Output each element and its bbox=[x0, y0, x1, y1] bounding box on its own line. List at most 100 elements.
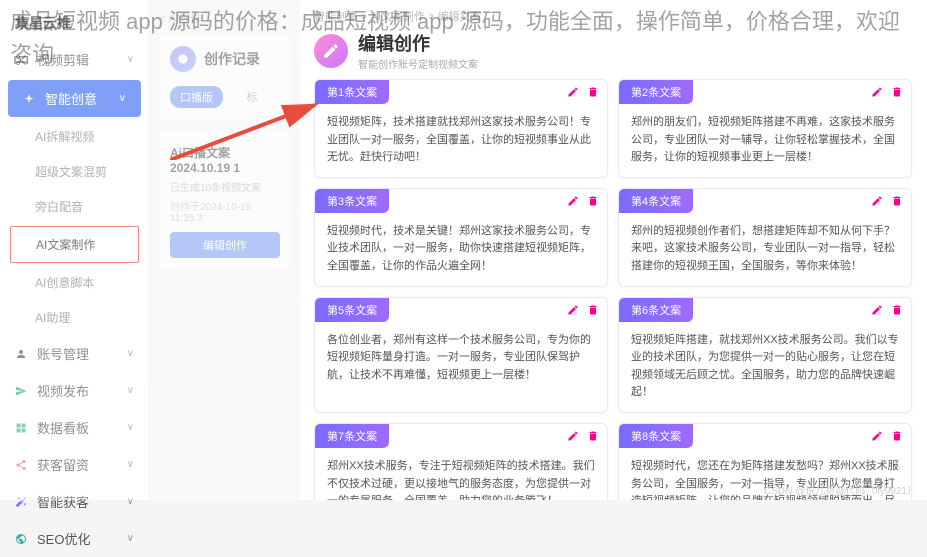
edit-icon bbox=[314, 34, 348, 68]
content-card-7: 第7条文案郑州XX技术服务，专注于短视频矩阵的技术搭建。我们不仅技术过硬，更以接… bbox=[314, 423, 608, 500]
delete-icon[interactable] bbox=[587, 304, 599, 316]
edit-icon[interactable] bbox=[871, 195, 883, 207]
sidebar-item-8[interactable]: 账号管理 ∨ bbox=[0, 335, 149, 372]
card-tab: 第6条文案 bbox=[619, 298, 693, 322]
sidebar-item-4[interactable]: 旁白配音 bbox=[0, 189, 149, 224]
delete-icon[interactable] bbox=[891, 304, 903, 316]
card-tab: 第4条文案 bbox=[619, 189, 693, 213]
sidebar-label: AI拆解视频 bbox=[35, 128, 94, 145]
card-body: 各位创业者，郑州有这样一个技术服务公司，专为你的短视频矩阵量身打造。一对一服务，… bbox=[315, 322, 607, 395]
chevron-icon: ∨ bbox=[119, 93, 126, 104]
delete-icon[interactable] bbox=[587, 195, 599, 207]
edit-icon[interactable] bbox=[567, 195, 579, 207]
chevron-icon: ∨ bbox=[127, 385, 134, 396]
sidebar-label: SEO优化 bbox=[37, 529, 90, 548]
card-grid: 第1条文案短视频矩阵，技术搭建就找郑州这家技术服务公司！专业团队一对一服务，全国… bbox=[314, 79, 913, 500]
doc-date: 创作于2024-10-19 11:35:3 bbox=[170, 198, 280, 224]
sidebar-item-2[interactable]: AI拆解视频 bbox=[0, 119, 149, 154]
magic-icon bbox=[15, 496, 29, 508]
edit-creation-button[interactable]: 编辑创作 bbox=[170, 232, 280, 258]
send-icon bbox=[15, 385, 29, 397]
record-icon bbox=[170, 46, 196, 72]
card-tab: 第5条文案 bbox=[315, 298, 389, 322]
document-card[interactable]: Ai口播文案2024.10.19 1 已生成10条视频文案 创作于2024-10… bbox=[160, 132, 290, 270]
card-body: 短视频时代，技术是关键！郑州这家技术服务公司，专业技术团队，一对一服务，助你快速… bbox=[315, 213, 607, 286]
delete-icon[interactable] bbox=[587, 86, 599, 98]
seo-icon bbox=[15, 533, 29, 545]
content-card-2: 第2条文案郑州的朋友们，短视频矩阵搭建不再难，这家技术服务公司，专业团队一对一辅… bbox=[618, 79, 912, 178]
card-body: 短视频矩阵，技术搭建就找郑州这家技术服务公司！专业团队一对一服务，全国覆盖，让你… bbox=[315, 104, 607, 177]
center-panel: < AI创作 创作记录 口播版 标 Ai口播文案2024.10.19 1 已生成… bbox=[150, 0, 300, 500]
edit-icon[interactable] bbox=[567, 304, 579, 316]
edit-icon[interactable] bbox=[567, 86, 579, 98]
tag-kobo[interactable]: 口播版 bbox=[170, 86, 223, 108]
content-card-1: 第1条文案短视频矩阵，技术搭建就找郑州这家技术服务公司！专业团队一对一服务，全国… bbox=[314, 79, 608, 178]
sidebar-item-7[interactable]: AI助理 bbox=[0, 300, 149, 335]
watermark: CSDN @悦儿哥敲代码（lly9921） bbox=[764, 482, 917, 497]
content-card-3: 第3条文案短视频时代，技术是关键！郑州这家技术服务公司，专业技术团队，一对一服务… bbox=[314, 188, 608, 287]
sidebar-label: 获客留资 bbox=[37, 455, 89, 474]
sidebar-item-5[interactable]: AI文案制作 bbox=[10, 226, 139, 263]
sidebar-item-1[interactable]: 智能创意∨ bbox=[8, 80, 141, 117]
edit-icon[interactable] bbox=[871, 86, 883, 98]
sidebar-item-9[interactable]: 视频发布 ∨ bbox=[0, 372, 149, 409]
page-subtitle: 智能创作账号定制视频文案 bbox=[358, 56, 478, 71]
sidebar-label: AI文案制作 bbox=[36, 236, 95, 253]
content-card-4: 第4条文案郑州的短视频创作者们，想搭建矩阵却不知从何下手？来吧，这家技术服务公司… bbox=[618, 188, 912, 287]
delete-icon[interactable] bbox=[891, 195, 903, 207]
content-card-5: 第5条文案各位创业者，郑州有这样一个技术服务公司，专为你的短视频矩阵量身打造。一… bbox=[314, 297, 608, 413]
edit-icon[interactable] bbox=[871, 430, 883, 442]
sidebar-item-13[interactable]: SEO优化 ∨ bbox=[0, 520, 149, 557]
tag-other[interactable]: 标 bbox=[246, 92, 257, 104]
sidebar-label: 数据看板 bbox=[37, 418, 89, 437]
sidebar-label: 超级文案混剪 bbox=[35, 163, 107, 180]
card-body: 郑州XX技术服务，专注于短视频矩阵的技术搭建。我们不仅技术过硬，更以接地气的服务… bbox=[315, 448, 607, 500]
delete-icon[interactable] bbox=[587, 430, 599, 442]
content-card-6: 第6条文案短视频矩阵搭建，就找郑州XX技术服务公司。我们以专业的技术团队，为您提… bbox=[618, 297, 912, 413]
sidebar-label: 智能获客 bbox=[37, 492, 89, 511]
user-icon bbox=[15, 348, 29, 360]
sidebar-label: 旁白配音 bbox=[35, 198, 83, 215]
chevron-icon: ∨ bbox=[127, 422, 134, 433]
sidebar: 集星云推 视频剪辑∨智能创意∨AI拆解视频超级文案混剪旁白配音AI文案制作AI创… bbox=[0, 0, 150, 500]
card-tab: 第3条文案 bbox=[315, 189, 389, 213]
delete-icon[interactable] bbox=[891, 86, 903, 98]
sidebar-item-11[interactable]: 获客留资 ∨ bbox=[0, 446, 149, 483]
chevron-icon: ∨ bbox=[127, 54, 134, 65]
sidebar-label: 视频剪辑 bbox=[37, 50, 89, 69]
sidebar-item-6[interactable]: AI创意脚本 bbox=[0, 265, 149, 300]
main-panel: 智能创意 > AI文案制作 > 编辑文案 编辑创作 智能创作账号定制视频文案 第… bbox=[300, 0, 927, 500]
card-tab: 第8条文案 bbox=[619, 424, 693, 448]
sidebar-item-0[interactable]: 视频剪辑 ∨ bbox=[0, 41, 149, 78]
sidebar-label: 账号管理 bbox=[37, 344, 89, 363]
card-body: 郑州的朋友们，短视频矩阵搭建不再难，这家技术服务公司，专业团队一对一辅导，让你轻… bbox=[619, 104, 911, 177]
brand-logo: 集星云推 bbox=[0, 5, 149, 41]
share-icon bbox=[15, 459, 29, 471]
sidebar-item-12[interactable]: 智能获客∨ bbox=[0, 483, 149, 520]
card-tab: 第7条文案 bbox=[315, 424, 389, 448]
edit-icon[interactable] bbox=[871, 304, 883, 316]
doc-title: Ai口播文案2024.10.19 1 bbox=[170, 144, 280, 175]
chevron-icon: ∨ bbox=[127, 348, 134, 359]
sidebar-label: AI创意脚本 bbox=[35, 274, 94, 291]
chevron-icon: ∨ bbox=[127, 533, 134, 544]
scissors-icon bbox=[15, 54, 29, 66]
sidebar-item-3[interactable]: 超级文案混剪 bbox=[0, 154, 149, 189]
sidebar-item-10[interactable]: 数据看板 ∨ bbox=[0, 409, 149, 446]
card-body: 郑州的短视频创作者们，想搭建矩阵却不知从何下手？来吧，这家技术服务公司，专业团队… bbox=[619, 213, 911, 286]
sidebar-label: AI助理 bbox=[35, 309, 70, 326]
chevron-icon: ∨ bbox=[127, 459, 134, 470]
spark-icon bbox=[23, 93, 37, 105]
card-tab: 第1条文案 bbox=[315, 80, 389, 104]
record-card: 创作记录 口播版 标 bbox=[160, 34, 290, 120]
card-body: 短视频矩阵搭建，就找郑州XX技术服务公司。我们以专业的技术团队，为您提供一对一的… bbox=[619, 322, 911, 412]
center-crumb: < AI创作 bbox=[160, 10, 290, 26]
record-title: 创作记录 bbox=[204, 49, 260, 69]
card-tab: 第2条文案 bbox=[619, 80, 693, 104]
page-title: 编辑创作 bbox=[358, 30, 478, 56]
sidebar-label: 视频发布 bbox=[37, 381, 89, 400]
breadcrumb: 智能创意 > AI文案制作 > 编辑文案 bbox=[314, 8, 913, 24]
edit-icon[interactable] bbox=[567, 430, 579, 442]
delete-icon[interactable] bbox=[891, 430, 903, 442]
grid-icon bbox=[15, 422, 29, 434]
